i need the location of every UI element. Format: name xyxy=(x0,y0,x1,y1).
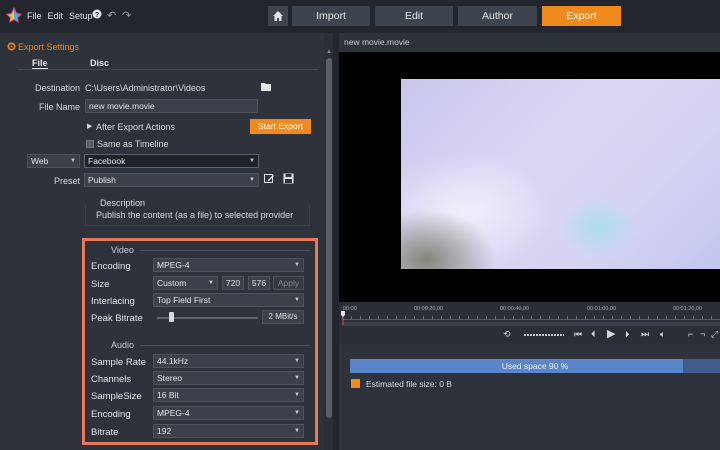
preview-title: new movie.movie xyxy=(344,37,410,47)
menu-bar: File Edit Setup xyxy=(27,11,99,21)
start-export-button[interactable]: Start Export xyxy=(250,119,311,134)
tab-edit[interactable]: Edit xyxy=(375,6,453,26)
app-logo-icon xyxy=(6,7,22,23)
video-encoding-label: Encoding xyxy=(91,261,131,272)
used-space-bar: Used space 90 % xyxy=(350,359,720,373)
category-select[interactable]: Web xyxy=(27,154,80,168)
apply-button[interactable]: Apply xyxy=(273,276,304,290)
step-back-icon[interactable]: ⏴ xyxy=(591,328,596,340)
destination-label: Destination xyxy=(34,83,80,93)
peak-bitrate-label: Peak Bitrate xyxy=(91,313,143,324)
description-text: Publish the content (as a file) to selec… xyxy=(96,210,294,220)
peak-bitrate-value[interactable]: 2 MBit/s xyxy=(262,310,304,324)
used-space-text: Used space 90 % xyxy=(501,361,569,371)
preset-select[interactable]: Publish xyxy=(84,173,259,187)
description-title: Description xyxy=(100,198,146,208)
mark-out-icon[interactable]: ¬ xyxy=(700,328,705,340)
loop-icon[interactable]: ⟲ xyxy=(503,328,511,340)
sample-size-label: SampleSize xyxy=(91,391,142,402)
svg-text:?: ? xyxy=(95,12,99,19)
provider-select[interactable]: Facebook xyxy=(84,154,259,168)
timeline-tick-1: 00:00:20,00 xyxy=(414,306,444,312)
bitrate-label: Bitrate xyxy=(91,427,119,438)
preview-video xyxy=(401,79,720,269)
top-bar: File Edit Setup ? ↶ ↷ Import Edit Author E… xyxy=(0,0,720,33)
audio-group-title: Audio xyxy=(111,340,135,350)
channels-label: Channels xyxy=(91,374,132,385)
tab-divider xyxy=(18,69,318,70)
tab-import[interactable]: Import xyxy=(292,6,370,26)
width-input[interactable]: 720 xyxy=(222,276,244,290)
estimated-file-size: Estimated file size: 0 B xyxy=(366,379,452,389)
size-label: Size xyxy=(91,279,110,290)
home-button[interactable] xyxy=(268,6,288,26)
timeline-tick-4: 00:01:20,00 xyxy=(673,306,703,312)
timeline-tick-0: 00:00 xyxy=(343,306,357,312)
timeline-tick-3: 00:01:00,00 xyxy=(587,306,617,312)
menu-setup[interactable]: Setup xyxy=(69,11,93,21)
save-preset-icon[interactable] xyxy=(283,173,294,184)
sample-rate-select[interactable]: 44.1kHz xyxy=(153,354,304,368)
peak-bitrate-slider-knob[interactable] xyxy=(169,312,174,322)
shuttle-control[interactable] xyxy=(524,334,564,336)
step-forward-icon[interactable]: ⏵ xyxy=(625,328,630,340)
volume-icon[interactable]: 🔈︎ xyxy=(660,328,665,340)
audio-encoding-select[interactable]: MPEG-4 xyxy=(153,406,304,420)
bitrate-select[interactable]: 192 xyxy=(153,424,304,438)
timeline-ruler-line xyxy=(342,319,720,320)
tab-file[interactable]: File xyxy=(32,58,48,69)
size-select[interactable]: Custom xyxy=(153,276,218,290)
interlacing-select[interactable]: Top Field First xyxy=(153,293,304,307)
play-icon[interactable]: ▶ xyxy=(607,328,615,340)
tab-author[interactable]: Author xyxy=(458,6,537,26)
audio-encoding-label: Encoding xyxy=(91,409,131,420)
playhead-icon[interactable] xyxy=(341,311,345,325)
scrollbar-thumb[interactable] xyxy=(326,58,332,418)
tab-export[interactable]: Export xyxy=(542,6,621,26)
same-as-timeline-label: Same as Timeline xyxy=(97,139,169,149)
menu-file[interactable]: File xyxy=(27,11,42,21)
expand-icon[interactable]: ▶ xyxy=(87,122,92,130)
mark-in-icon[interactable]: ⌐ xyxy=(688,328,693,340)
preset-label: Preset xyxy=(53,176,80,186)
height-input[interactable]: 576 xyxy=(248,276,270,290)
undo-icon[interactable]: ↶ xyxy=(107,9,116,23)
edit-preset-icon[interactable] xyxy=(264,173,275,184)
filename-input[interactable]: new movie.movie xyxy=(85,99,258,113)
estimated-size-swatch xyxy=(351,379,360,388)
timeline-track[interactable] xyxy=(342,322,720,326)
sample-rate-label: Sample Rate xyxy=(91,357,146,368)
folder-icon[interactable] xyxy=(261,82,271,91)
home-icon xyxy=(273,11,283,21)
after-export-actions[interactable]: After Export Actions xyxy=(96,122,175,132)
audio-group-line xyxy=(140,345,310,346)
sample-size-select[interactable]: 16 Bit xyxy=(153,388,304,402)
destination-path: C:\Users\Administrator\Videos xyxy=(85,83,206,93)
export-settings-title: Export Settings xyxy=(18,42,80,52)
settings-gear-icon xyxy=(7,42,16,51)
menu-edit[interactable]: Edit xyxy=(48,11,64,21)
interlacing-label: Interlacing xyxy=(91,296,135,307)
filename-label: File Name xyxy=(38,102,80,112)
video-group-line xyxy=(140,250,310,251)
fullscreen-icon[interactable]: ⤢ xyxy=(711,328,718,340)
help-icon[interactable]: ? xyxy=(92,9,102,23)
same-as-timeline-checkbox[interactable] xyxy=(86,140,94,148)
video-group-title: Video xyxy=(111,245,134,255)
timeline-tick-2: 00:00:40,00 xyxy=(500,306,530,312)
go-to-end-icon[interactable]: ⏭ xyxy=(641,328,649,340)
channels-select[interactable]: Stereo xyxy=(153,371,304,385)
go-to-start-icon[interactable]: ⏮ xyxy=(574,328,582,340)
scroll-up-icon[interactable]: ▲ xyxy=(326,49,332,55)
video-encoding-select[interactable]: MPEG-4 xyxy=(153,258,304,272)
redo-icon[interactable]: ↷ xyxy=(122,9,131,23)
tab-disc[interactable]: Disc xyxy=(90,58,109,68)
